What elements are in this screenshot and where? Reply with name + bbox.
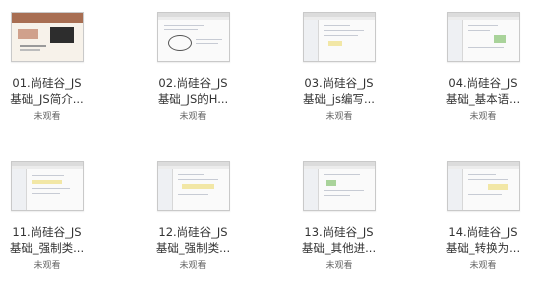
video-card[interactable]: 02.尚硅谷_JS 基础_JS的H... 未观看 bbox=[133, 12, 253, 123]
thumbnail-image bbox=[49, 27, 74, 43]
watch-status: 未观看 bbox=[179, 261, 207, 271]
video-title[interactable]: 01.尚硅谷_JS 基础_JS简介... bbox=[2, 75, 92, 107]
thumbnail-text bbox=[19, 45, 46, 47]
thumbnail-line bbox=[177, 179, 218, 180]
thumbnail-highlight bbox=[31, 180, 62, 184]
thumbnail-line bbox=[163, 25, 204, 26]
thumbnail-line bbox=[467, 30, 490, 31]
thumbnail-text bbox=[19, 49, 40, 51]
video-title-line1: 02.尚硅谷_JS bbox=[158, 76, 228, 90]
thumbnail-highlight bbox=[487, 184, 508, 190]
video-title[interactable]: 04.尚硅谷_JS 基础_基本语... bbox=[438, 75, 528, 107]
video-title-line2: 基础_JS的H... bbox=[157, 92, 229, 106]
thumbnail-line bbox=[31, 193, 60, 194]
thumbnail-highlight bbox=[493, 35, 506, 43]
video-title-line1: 14.尚硅谷_JS bbox=[448, 225, 518, 239]
video-thumbnail[interactable] bbox=[446, 161, 520, 211]
video-thumbnail[interactable] bbox=[302, 12, 376, 62]
video-card[interactable]: 14.尚硅谷_JS 基础_转换为... 未观看 bbox=[423, 161, 533, 272]
video-title-line2: 基础_JS简介... bbox=[10, 92, 84, 106]
thumbnail-line bbox=[467, 25, 498, 26]
video-title[interactable]: 13.尚硅谷_JS 基础_其他进... bbox=[294, 224, 384, 256]
video-title-line1: 03.尚硅谷_JS bbox=[304, 76, 374, 90]
video-title-line1: 04.尚硅谷_JS bbox=[448, 76, 518, 90]
thumbnail-line bbox=[467, 179, 508, 180]
watch-status: 未观看 bbox=[33, 112, 61, 122]
thumbnail-line bbox=[467, 194, 502, 195]
video-card[interactable]: 01.尚硅谷_JS 基础_JS简介... 未观看 bbox=[0, 12, 107, 123]
thumbnail-line bbox=[467, 47, 504, 48]
thumbnail-line bbox=[31, 175, 64, 176]
video-title-line2: 基础_其他进... bbox=[301, 241, 377, 255]
video-title-line2: 基础_强制类... bbox=[155, 241, 231, 255]
thumbnail-line bbox=[323, 30, 364, 31]
thumbnail-line bbox=[163, 29, 198, 30]
watch-status: 未观看 bbox=[33, 261, 61, 271]
thumbnail-pane bbox=[172, 169, 229, 210]
thumbnail-highlight bbox=[181, 184, 214, 189]
thumbnail-line bbox=[31, 188, 70, 189]
watch-status: 未观看 bbox=[179, 112, 207, 122]
video-title[interactable]: 12.尚硅谷_JS 基础_强制类... bbox=[148, 224, 238, 256]
watch-status: 未观看 bbox=[469, 261, 497, 271]
thumbnail-line bbox=[177, 174, 204, 175]
thumbnail-line bbox=[195, 39, 222, 40]
watch-status: 未观看 bbox=[325, 261, 353, 271]
thumbnail-sidebar bbox=[447, 169, 463, 210]
video-thumbnail[interactable] bbox=[156, 12, 230, 62]
video-grid: 01.尚硅谷_JS 基础_JS简介... 未观看 02.尚硅谷_JS 基础_JS… bbox=[0, 0, 533, 303]
video-title-line2: 基础_转换为... bbox=[445, 241, 521, 255]
video-thumbnail[interactable] bbox=[156, 161, 230, 211]
video-title[interactable]: 02.尚硅谷_JS 基础_JS的H... bbox=[148, 75, 238, 107]
video-title[interactable]: 03.尚硅谷_JS 基础_js编写... bbox=[294, 75, 384, 107]
thumbnail-highlight bbox=[325, 180, 336, 186]
video-title-line1: 11.尚硅谷_JS bbox=[12, 225, 82, 239]
video-thumbnail[interactable] bbox=[10, 12, 84, 62]
thumbnail-logo bbox=[17, 29, 38, 39]
video-thumbnail[interactable] bbox=[446, 12, 520, 62]
thumbnail-line bbox=[323, 195, 350, 196]
thumbnail-line bbox=[467, 174, 496, 175]
thumbnail-pane bbox=[462, 20, 519, 61]
video-card[interactable]: 13.尚硅谷_JS 基础_其他进... 未观看 bbox=[279, 161, 399, 272]
thumbnail-line bbox=[323, 174, 360, 175]
video-title[interactable]: 14.尚硅谷_JS 基础_转换为... bbox=[438, 224, 528, 256]
thumbnail-line bbox=[323, 35, 358, 36]
thumbnail-line bbox=[195, 43, 218, 44]
thumbnail-line bbox=[323, 190, 364, 191]
video-card[interactable]: 11.尚硅谷_JS 基础_强制类... 未观看 bbox=[0, 161, 107, 272]
video-title-line2: 基础_js编写... bbox=[303, 92, 375, 106]
thumbnail-sidebar bbox=[11, 169, 27, 210]
thumbnail-circle bbox=[167, 35, 192, 51]
thumbnail-line bbox=[177, 194, 208, 195]
thumbnail-sidebar bbox=[303, 169, 319, 210]
thumbnail-header bbox=[11, 13, 83, 23]
video-thumbnail[interactable] bbox=[302, 161, 376, 211]
video-title[interactable]: 11.尚硅谷_JS 基础_强制类... bbox=[2, 224, 92, 256]
thumbnail-highlight bbox=[327, 41, 342, 46]
thumbnail-line bbox=[323, 25, 350, 26]
video-title-line1: 13.尚硅谷_JS bbox=[304, 225, 374, 239]
watch-status: 未观看 bbox=[469, 112, 497, 122]
video-card[interactable]: 03.尚硅谷_JS 基础_js编写... 未观看 bbox=[279, 12, 399, 123]
watch-status: 未观看 bbox=[325, 112, 353, 122]
video-title-line2: 基础_基本语... bbox=[445, 92, 521, 106]
video-title-line2: 基础_强制类... bbox=[9, 241, 85, 255]
video-title-line1: 12.尚硅谷_JS bbox=[158, 225, 228, 239]
thumbnail-sidebar bbox=[303, 20, 319, 61]
video-title-line1: 01.尚硅谷_JS bbox=[12, 76, 82, 90]
thumbnail-sidebar bbox=[157, 169, 173, 210]
video-card[interactable]: 04.尚硅谷_JS 基础_基本语... 未观看 bbox=[423, 12, 533, 123]
video-thumbnail[interactable] bbox=[10, 161, 84, 211]
video-card[interactable]: 12.尚硅谷_JS 基础_强制类... 未观看 bbox=[133, 161, 253, 272]
thumbnail-sidebar bbox=[447, 20, 463, 61]
